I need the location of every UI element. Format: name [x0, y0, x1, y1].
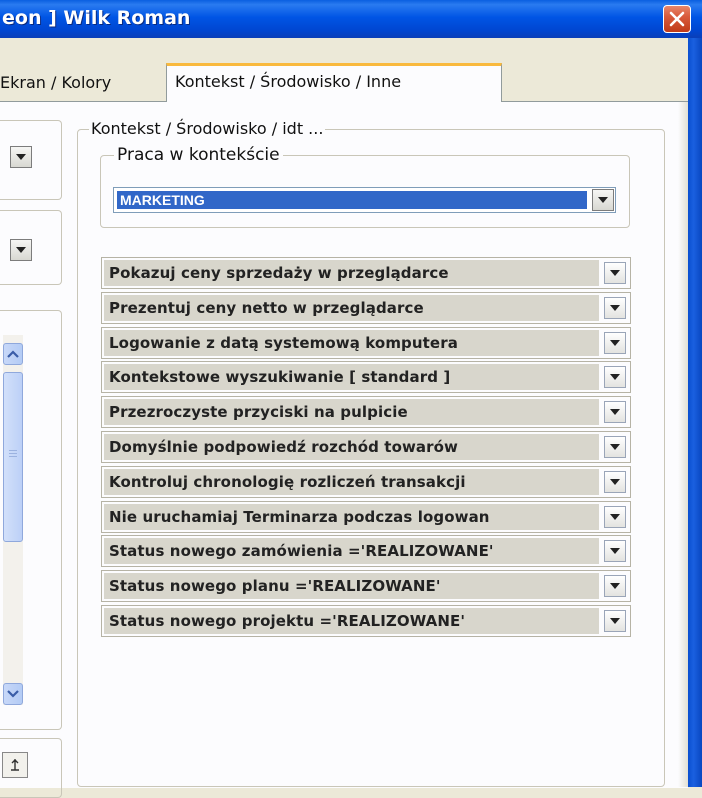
chevron-down-icon	[610, 514, 620, 520]
title-bar[interactable]: eon ] Wilk Roman	[0, 0, 702, 38]
option-dropdown-button[interactable]	[604, 366, 626, 388]
option-label: Kontekstowe wyszukiwanie [ standard ]	[104, 364, 599, 390]
work-context-select[interactable]: MARKETING	[113, 187, 616, 213]
chevron-down-icon	[610, 479, 620, 485]
option-row[interactable]: Kontekstowe wyszukiwanie [ standard ]	[101, 361, 631, 393]
option-dropdown-button[interactable]	[604, 332, 626, 354]
option-label: Domyślnie podpowiedź rozchód towarów	[104, 434, 599, 460]
option-label: Status nowego zamówienia ='REALIZOWANE'	[104, 538, 599, 564]
chevron-down-icon	[610, 270, 620, 276]
option-dropdown-button[interactable]	[604, 436, 626, 458]
option-row[interactable]: Status nowego zamówienia ='REALIZOWANE'	[101, 535, 631, 567]
context-groupbox-legend: Kontekst / Środowisko / idt ...	[89, 119, 326, 138]
grip-icon	[9, 450, 17, 458]
scroll-up-button[interactable]	[3, 343, 23, 365]
scroll-down-button[interactable]	[3, 683, 23, 705]
window-title: eon ] Wilk Roman	[2, 7, 191, 29]
option-dropdown-button[interactable]	[604, 471, 626, 493]
work-context-value: MARKETING	[117, 191, 587, 209]
chevron-down-icon	[598, 197, 608, 203]
window-frame-right	[688, 38, 702, 787]
option-label: Przezroczyste przyciski na pulpicie	[104, 399, 599, 425]
tab-kontekst[interactable]: Kontekst / Środowisko / Inne	[166, 63, 502, 102]
option-label: Logowanie z datą systemową komputera	[104, 330, 599, 356]
work-context-dropdown-button[interactable]	[592, 189, 614, 211]
option-label: Status nowego planu ='REALIZOWANE'	[104, 573, 599, 599]
option-row[interactable]: Status nowego planu ='REALIZOWANE'	[101, 570, 631, 602]
option-dropdown-button[interactable]	[604, 610, 626, 632]
option-row[interactable]: Status nowego projektu ='REALIZOWANE'	[101, 605, 631, 637]
option-dropdown-button[interactable]	[604, 262, 626, 284]
chevron-down-icon	[610, 305, 620, 311]
chevron-down-icon	[610, 583, 620, 589]
option-dropdown-button[interactable]	[604, 575, 626, 597]
option-row[interactable]: Nie uruchamiaj Terminarza podczas logowa…	[101, 501, 631, 533]
option-row[interactable]: Kontroluj chronologię rozliczeń transakc…	[101, 466, 631, 498]
tab-ekran-kolory[interactable]: Ekran / Kolory	[0, 73, 111, 92]
chevron-down-icon	[610, 409, 620, 415]
tab-kontekst-label: Kontekst / Środowisko / Inne	[175, 72, 402, 91]
left-dropdown-1[interactable]	[10, 146, 32, 168]
left-group-2	[0, 210, 62, 285]
option-label: Prezentuj ceny netto w przeglądarce	[104, 295, 599, 321]
arrow-up-icon	[7, 350, 19, 358]
option-label: Pokazuj ceny sprzedaży w przeglądarce	[104, 260, 599, 286]
spin-icon	[11, 759, 19, 771]
option-dropdown-button[interactable]	[604, 506, 626, 528]
scroll-thumb[interactable]	[3, 372, 23, 542]
work-context-legend: Praca w kontekście	[114, 145, 283, 165]
left-group-1	[0, 120, 62, 200]
left-dropdown-2[interactable]	[10, 239, 32, 261]
option-label: Kontroluj chronologię rozliczeń transakc…	[104, 469, 599, 495]
arrow-down-icon	[7, 690, 19, 698]
chevron-down-icon	[610, 340, 620, 346]
close-button[interactable]	[663, 5, 691, 33]
option-row[interactable]: Domyślnie podpowiedź rozchód towarów	[101, 431, 631, 463]
chevron-down-icon	[610, 374, 620, 380]
chevron-down-icon	[610, 618, 620, 624]
close-icon	[669, 11, 685, 27]
option-row[interactable]: Przezroczyste przyciski na pulpicie	[101, 396, 631, 428]
chevron-down-icon	[16, 247, 26, 253]
option-label: Status nowego projektu ='REALIZOWANE'	[104, 608, 599, 634]
spin-button[interactable]	[2, 752, 28, 778]
chevron-down-icon	[610, 444, 620, 450]
option-row[interactable]: Pokazuj ceny sprzedaży w przeglądarce	[101, 257, 631, 289]
option-dropdown-button[interactable]	[604, 297, 626, 319]
option-row[interactable]: Prezentuj ceny netto w przeglądarce	[101, 292, 631, 324]
option-label: Nie uruchamiaj Terminarza podczas logowa…	[104, 504, 599, 530]
chevron-down-icon	[16, 154, 26, 160]
option-row[interactable]: Logowanie z datą systemową komputera	[101, 327, 631, 359]
option-dropdown-button[interactable]	[604, 540, 626, 562]
option-dropdown-button[interactable]	[604, 401, 626, 423]
chevron-down-icon	[610, 548, 620, 554]
panel-edge	[678, 102, 688, 787]
